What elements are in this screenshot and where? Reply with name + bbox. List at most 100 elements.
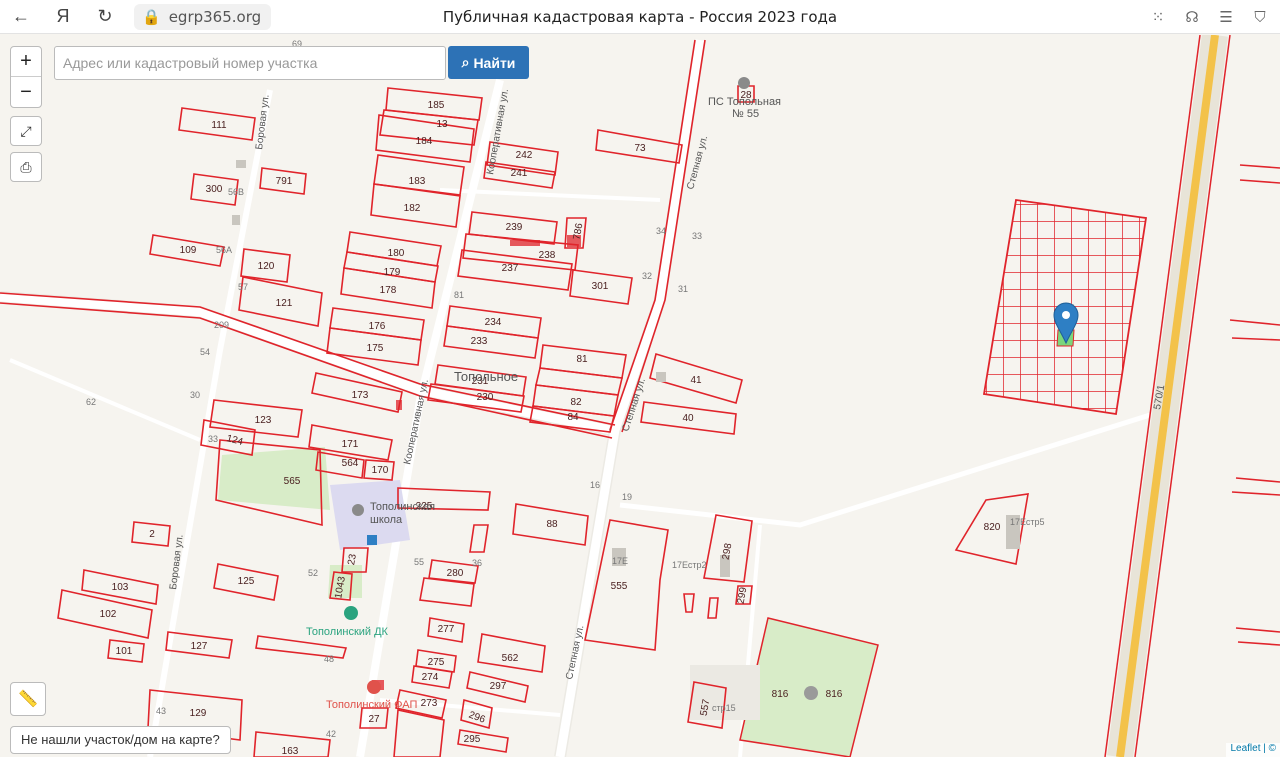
svg-text:163: 163 xyxy=(282,746,299,757)
svg-text:178: 178 xyxy=(380,285,397,296)
svg-text:Боровая ул.: Боровая ул. xyxy=(254,94,272,151)
svg-text:57: 57 xyxy=(238,282,248,292)
svg-text:176: 176 xyxy=(369,321,386,332)
svg-text:103: 103 xyxy=(112,582,129,593)
print-button[interactable]: ⎙ xyxy=(10,152,42,182)
svg-text:17Естр2: 17Естр2 xyxy=(672,560,707,570)
url-text: egrp365.org xyxy=(168,7,262,26)
svg-text:43: 43 xyxy=(156,706,166,716)
svg-text:33: 33 xyxy=(692,231,702,241)
svg-text:237: 237 xyxy=(502,263,519,274)
svg-text:16: 16 xyxy=(590,480,600,490)
svg-text:88: 88 xyxy=(546,519,558,530)
svg-text:209: 209 xyxy=(214,320,229,330)
extensions-icon[interactable]: ⁙ xyxy=(1146,2,1170,32)
yandex-icon[interactable]: Я xyxy=(48,2,78,32)
svg-text:175: 175 xyxy=(367,343,384,354)
svg-text:82: 82 xyxy=(570,397,582,408)
back-icon[interactable]: ← xyxy=(6,2,36,32)
svg-text:40: 40 xyxy=(682,413,694,424)
svg-text:173: 173 xyxy=(352,390,369,401)
svg-text:62: 62 xyxy=(86,397,96,407)
svg-text:820: 820 xyxy=(984,522,1001,533)
svg-text:555: 555 xyxy=(611,581,628,592)
browser-toolbar: ← Я ↻ 🔒 egrp365.org Публичная кадастрова… xyxy=(0,0,1280,34)
svg-text:31: 31 xyxy=(678,284,688,294)
not-found-button[interactable]: Не нашли участок/дом на карте? xyxy=(10,726,231,754)
svg-text:234: 234 xyxy=(485,317,502,328)
svg-text:275: 275 xyxy=(428,657,445,668)
reload-icon[interactable]: ↻ xyxy=(90,2,120,32)
svg-text:2: 2 xyxy=(149,529,155,540)
svg-text:27: 27 xyxy=(368,714,380,725)
svg-text:295: 295 xyxy=(464,734,481,745)
svg-text:56А: 56А xyxy=(216,245,232,255)
svg-text:171: 171 xyxy=(342,439,359,450)
zoom-out-button[interactable]: − xyxy=(11,77,41,107)
svg-text:42: 42 xyxy=(326,729,336,739)
search-icon: ⌕ xyxy=(461,54,470,70)
svg-text:301: 301 xyxy=(592,281,609,292)
svg-text:125: 125 xyxy=(238,576,255,587)
cadastral-map[interactable]: 111 185 13 184 242 241 73 28 300 791 183… xyxy=(0,35,1280,757)
svg-text:81: 81 xyxy=(454,290,464,300)
svg-text:184: 184 xyxy=(416,136,433,147)
svg-text:111: 111 xyxy=(211,120,227,131)
ruler-button[interactable]: 📏 xyxy=(10,682,46,716)
svg-text:41: 41 xyxy=(690,375,702,386)
svg-text:297: 297 xyxy=(490,681,507,692)
svg-text:277: 277 xyxy=(438,624,455,635)
svg-text:280: 280 xyxy=(447,568,464,579)
find-button[interactable]: ⌕ Найти xyxy=(448,46,529,79)
svg-text:791: 791 xyxy=(276,176,293,187)
svg-text:565: 565 xyxy=(284,476,301,487)
svg-text:562: 562 xyxy=(502,653,519,664)
zoom-in-button[interactable]: + xyxy=(11,47,41,77)
svg-text:816: 816 xyxy=(826,689,843,700)
svg-text:179: 179 xyxy=(384,267,401,278)
svg-text:242: 242 xyxy=(516,150,533,161)
svg-text:56В: 56В xyxy=(228,187,244,197)
svg-text:84: 84 xyxy=(567,412,579,423)
svg-text:Тополинская: Тополинская xyxy=(370,501,435,513)
svg-text:124: 124 xyxy=(225,433,244,448)
svg-text:52: 52 xyxy=(308,568,318,578)
svg-text:Тополинский ФАП: Тополинский ФАП xyxy=(326,699,417,711)
address-bar[interactable]: 🔒 egrp365.org xyxy=(134,3,272,30)
svg-text:школа: школа xyxy=(370,514,403,526)
search-input[interactable] xyxy=(54,46,446,80)
svg-text:ПС Топольная: ПС Топольная xyxy=(708,96,781,108)
reader-icon[interactable]: ☰ xyxy=(1214,2,1238,32)
svg-text:48: 48 xyxy=(324,654,334,664)
svg-text:32: 32 xyxy=(642,271,652,281)
svg-text:233: 233 xyxy=(471,336,488,347)
svg-text:230: 230 xyxy=(477,392,494,403)
svg-text:81: 81 xyxy=(576,354,588,365)
highway xyxy=(1104,35,1231,757)
svg-text:Топольное: Топольное xyxy=(454,369,518,384)
headphones-icon[interactable]: ☊ xyxy=(1180,2,1204,32)
svg-text:101: 101 xyxy=(116,646,133,657)
svg-text:стр15: стр15 xyxy=(712,703,736,713)
svg-text:300: 300 xyxy=(206,184,223,195)
svg-text:55: 55 xyxy=(414,557,424,567)
fullscreen-button[interactable]: ⤢ xyxy=(10,116,42,146)
svg-text:182: 182 xyxy=(404,203,421,214)
svg-text:180: 180 xyxy=(388,248,405,259)
find-label: Найти xyxy=(473,54,516,71)
svg-text:73: 73 xyxy=(634,143,646,154)
printer-icon: ⎙ xyxy=(20,158,32,175)
svg-text:109: 109 xyxy=(180,245,197,256)
svg-text:54: 54 xyxy=(200,347,210,357)
road-strip-parcels xyxy=(0,39,706,439)
svg-text:Тополинский ДК: Тополинский ДК xyxy=(306,626,389,638)
map-attribution[interactable]: Leaflet | © xyxy=(1226,743,1280,757)
svg-text:№ 55: № 55 xyxy=(732,108,759,120)
svg-text:185: 185 xyxy=(428,100,445,111)
svg-text:30: 30 xyxy=(190,390,200,400)
protect-icon[interactable]: ⛉ xyxy=(1248,2,1272,32)
svg-text:299: 299 xyxy=(736,586,750,605)
lock-icon: 🔒 xyxy=(142,7,161,26)
svg-text:19: 19 xyxy=(622,492,632,502)
svg-text:34: 34 xyxy=(656,226,666,236)
